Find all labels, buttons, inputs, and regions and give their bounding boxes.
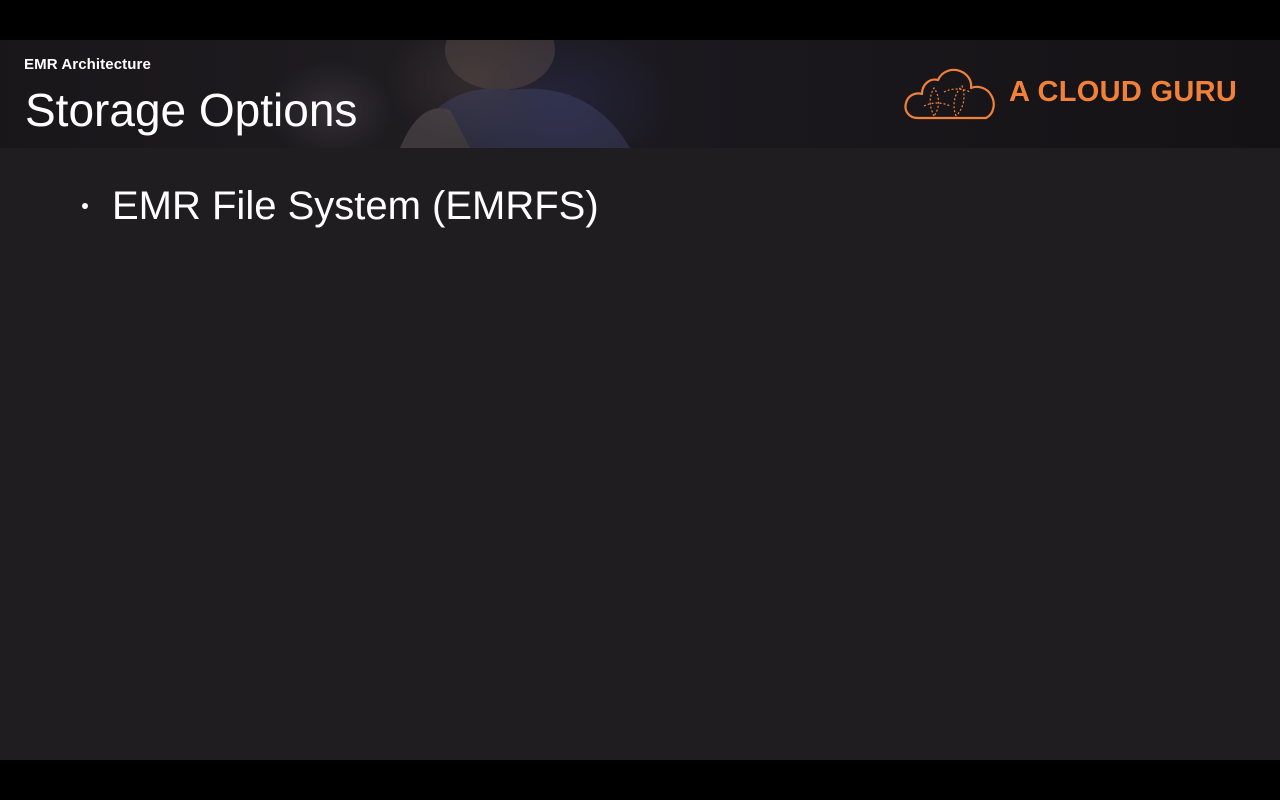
cloud-icon bbox=[904, 68, 995, 120]
bullet-text: EMR File System (EMRFS) bbox=[112, 184, 599, 228]
brand-logo: A CLOUD GURU bbox=[904, 66, 1244, 122]
letterbox-top bbox=[0, 0, 1280, 40]
header-band: EMR Architecture Storage Options A CLOUD… bbox=[0, 40, 1280, 148]
section-subtitle: EMR Architecture bbox=[24, 56, 151, 73]
brand-logo-text: A CLOUD GURU bbox=[1009, 76, 1238, 108]
bullet-dot-icon bbox=[82, 203, 88, 209]
presenter-video-background bbox=[400, 40, 630, 148]
slide: EMR Architecture Storage Options A CLOUD… bbox=[0, 40, 1280, 760]
letterbox-bottom bbox=[0, 760, 1280, 800]
slide-title: Storage Options bbox=[25, 84, 358, 136]
